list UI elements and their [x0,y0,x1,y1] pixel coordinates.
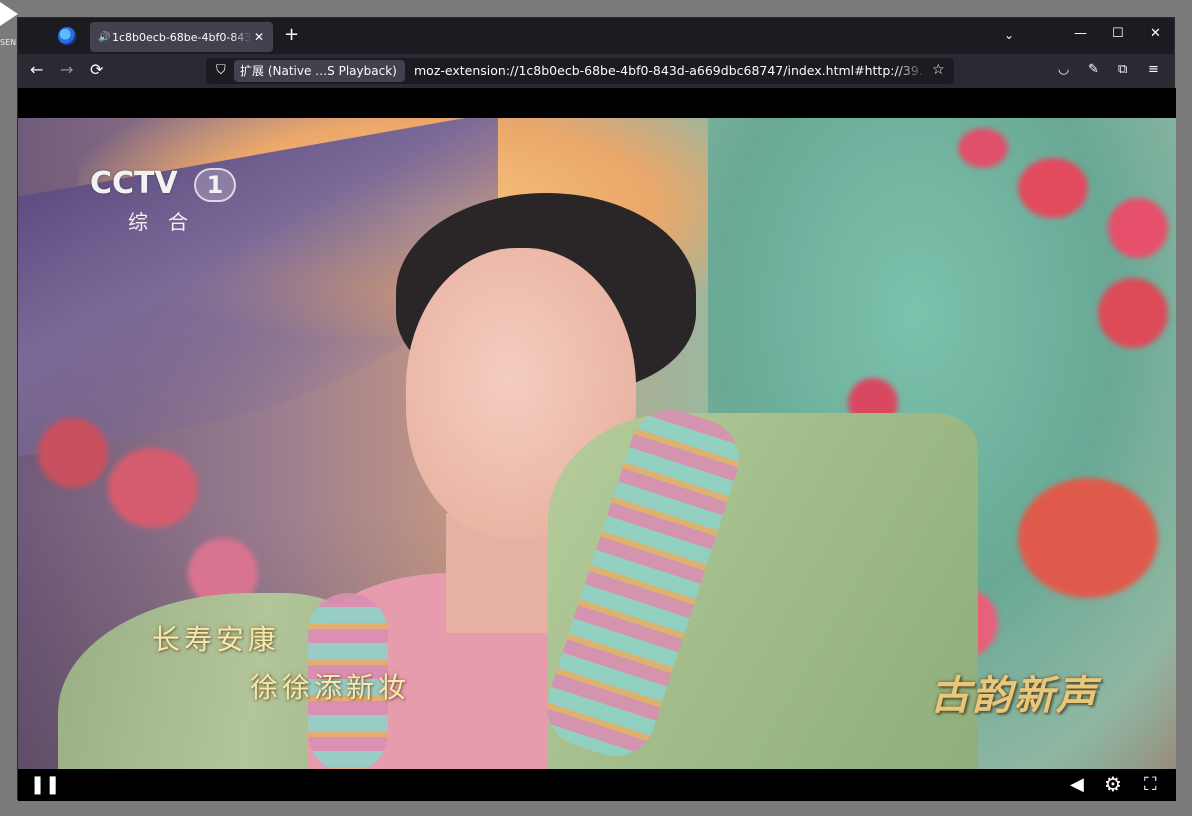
tab-title: 1c8b0ecb-68be-4bf0-843d-a669dbc68747 [112,30,252,44]
pocket-icon[interactable]: ◡ [1058,62,1069,77]
blossom [38,418,108,488]
blossom [1018,158,1088,218]
player-control-bar: ❚❚ ◀ ⚙ ⛶ [18,769,1176,801]
tab-close-icon[interactable]: ✕ [254,30,264,44]
channel-logo-text: CCTV [90,166,178,201]
bookmark-star-icon[interactable]: ☆ [932,62,945,78]
menu-icon[interactable]: ≡ [1148,62,1159,77]
blossom [1108,198,1168,258]
forward-button[interactable]: → [60,60,73,79]
pause-button[interactable]: ❚❚ [30,774,60,795]
minimize-button[interactable]: — [1074,26,1087,41]
new-tab-button[interactable]: + [284,26,299,44]
reload-button[interactable]: ⟳ [90,60,103,79]
tab-list-icon[interactable]: ⌄ [1004,28,1014,42]
channel-subtitle: 综合 [128,210,208,234]
url-text[interactable]: moz-extension://1c8b0ecb-68be-4bf0-843d-… [414,63,926,78]
nav-bar: ← → ⟳ ⛉ 扩展 (Native …S Playback) moz-exte… [18,54,1174,88]
back-button[interactable]: ← [30,60,43,79]
desktop-corner: SEN [0,0,18,47]
page-content: CCTV 1 综合 长寿安康 徐徐添新妆 古韵新声 ❚❚ ◀ ⚙ ⛶ [18,88,1176,801]
video-player[interactable]: CCTV 1 综合 长寿安康 徐徐添新妆 古韵新声 [18,118,1176,769]
speaker-icon[interactable]: 🔊 [98,32,112,43]
wrench-icon[interactable]: ✎ [1088,62,1099,77]
subtitle-line-2: 徐徐添新妆 [250,671,411,704]
fullscreen-icon[interactable]: ⛶ [1144,774,1157,795]
settings-icon[interactable]: ⚙ [1104,772,1122,796]
desktop-label: SEN [0,38,17,47]
channel-number: 1 [194,168,236,202]
performer [58,193,978,769]
subtitle-line-1: 长寿安康 [152,623,281,656]
firefox-view-icon[interactable] [58,27,76,45]
cursor-icon [0,2,18,26]
blossom [1098,278,1168,348]
blossom [1018,478,1158,598]
program-title-logo: 古韵新声 [930,672,1098,719]
close-window-button[interactable]: ✕ [1150,26,1161,41]
channel-logo: CCTV 1 综合 [90,166,240,236]
url-bar[interactable]: ⛉ 扩展 (Native …S Playback) moz-extension:… [206,58,954,84]
tab-active[interactable]: 🔊 1c8b0ecb-68be-4bf0-843d-a669dbc68747 ✕ [90,22,273,52]
browser-window: 🔊 1c8b0ecb-68be-4bf0-843d-a669dbc68747 ✕… [17,17,1176,801]
shield-icon[interactable]: ⛉ [216,63,226,78]
extension-identity-chip[interactable]: 扩展 (Native …S Playback) [234,60,405,82]
maximize-button[interactable]: ☐ [1112,26,1124,41]
volume-icon[interactable]: ◀ [1070,774,1084,795]
extensions-icon[interactable]: ⧉ [1118,62,1127,77]
blossom [958,128,1008,168]
tab-strip: 🔊 1c8b0ecb-68be-4bf0-843d-a669dbc68747 ✕… [18,18,1174,54]
